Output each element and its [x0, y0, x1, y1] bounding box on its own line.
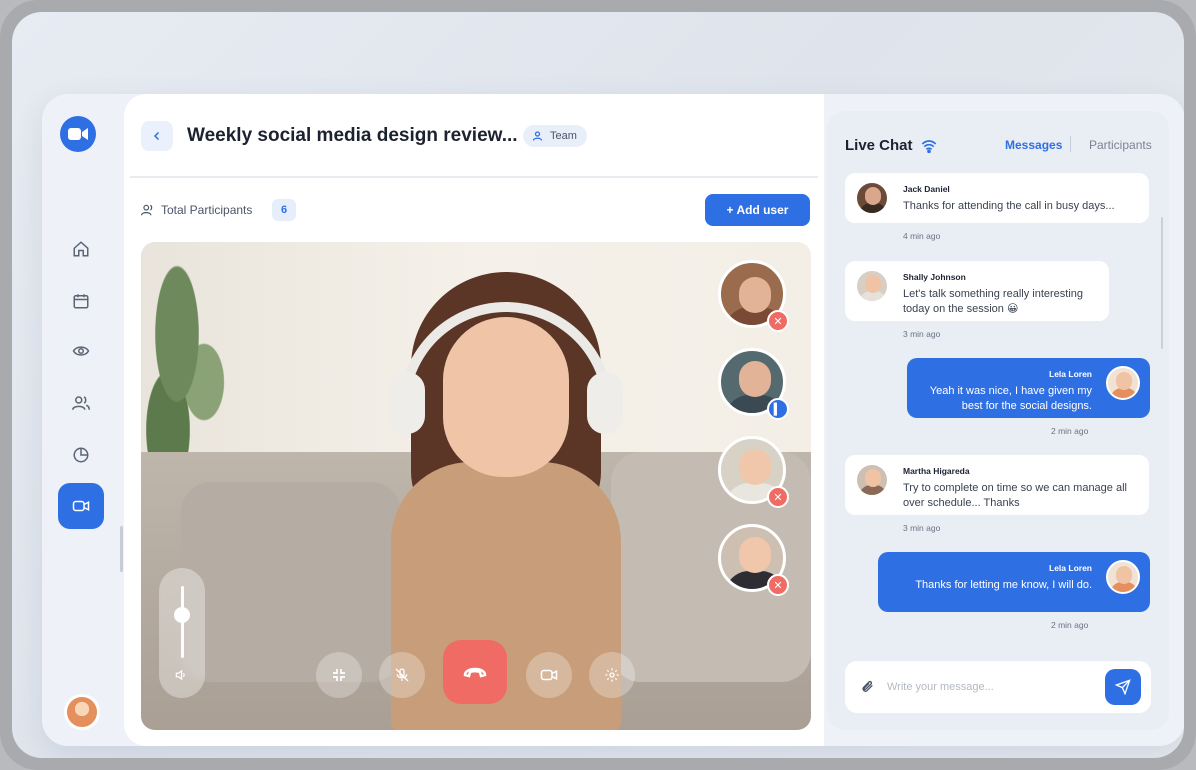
message-sender: Lela Loren — [1049, 369, 1092, 379]
chat-scrollbar[interactable] — [1161, 217, 1163, 349]
sidebar-item-views[interactable] — [58, 328, 104, 374]
back-button[interactable] — [141, 121, 173, 151]
sidebar-item-users[interactable] — [58, 380, 104, 426]
add-user-button[interactable]: + Add user — [705, 194, 810, 226]
wifi-icon — [921, 139, 936, 153]
message-sender: Shally Johnson — [903, 272, 966, 282]
sidebar-resize-handle[interactable] — [120, 526, 123, 572]
send-button[interactable] — [1105, 669, 1141, 705]
avatar — [1106, 366, 1140, 400]
message-text: Thanks for attending the call in busy da… — [903, 200, 1115, 212]
tab-messages[interactable]: Messages — [1005, 138, 1062, 152]
minimize-button[interactable] — [316, 652, 362, 698]
message-sender: Jack Daniel — [903, 184, 950, 194]
sidebar-item-calendar[interactable] — [58, 278, 104, 324]
sidebar-item-video[interactable] — [58, 483, 104, 529]
pie-chart-icon — [73, 447, 89, 463]
settings-button[interactable] — [589, 652, 635, 698]
end-call-icon — [463, 667, 487, 678]
total-participants-label: Total Participants — [161, 203, 253, 217]
avatar — [855, 463, 889, 497]
message-text: Let's talk something really interesting … — [903, 288, 1084, 315]
chat-message: Martha Higareda Try to complete on time … — [845, 455, 1149, 515]
message-text: Yeah it was nice, I have given my best f… — [929, 385, 1092, 412]
video-call-app: Weekly social media design review... Tea… — [42, 94, 1184, 746]
users-icon — [533, 131, 543, 141]
message-text: Thanks for letting me know, I will do. — [915, 579, 1092, 591]
tab-separator — [1070, 136, 1071, 152]
header-divider — [130, 176, 818, 178]
gear-icon — [605, 668, 619, 682]
chat-message: Lela Loren Yeah it was nice, I have give… — [907, 358, 1150, 418]
mute-button[interactable] — [379, 652, 425, 698]
sidebar-item-home[interactable] — [58, 226, 104, 272]
user-avatar[interactable] — [64, 694, 100, 730]
camera-button[interactable] — [526, 652, 572, 698]
home-icon — [73, 241, 89, 257]
participant-count: 6 — [272, 199, 296, 221]
team-badge[interactable]: Team — [523, 125, 587, 147]
tab-participants[interactable]: Participants — [1089, 138, 1152, 152]
live-chat-panel: Live Chat Messages Participants Jack Dan… — [827, 111, 1169, 730]
chat-message: Lela Loren Thanks for letting me know, I… — [878, 552, 1150, 612]
calendar-icon — [73, 294, 89, 309]
message-sender: Martha Higareda — [903, 466, 970, 476]
chat-title-label: Live Chat — [845, 137, 913, 154]
users-icon — [72, 396, 90, 410]
volume-slider[interactable] — [159, 568, 205, 698]
message-time: 3 min ago — [903, 523, 941, 533]
mic-off-badge-icon: ✕ — [767, 486, 789, 508]
team-badge-label: Team — [550, 130, 577, 142]
speaking-badge-icon: ▍ — [767, 398, 789, 420]
chat-message: Jack Daniel Thanks for attending the cal… — [845, 173, 1149, 223]
send-icon — [1115, 679, 1131, 695]
speaker-icon — [175, 669, 185, 681]
message-sender: Lela Loren — [1049, 563, 1092, 573]
message-time: 2 min ago — [1051, 426, 1089, 436]
app-logo-icon — [60, 116, 96, 152]
eye-icon — [72, 346, 90, 356]
message-time: 4 min ago — [903, 231, 941, 241]
mic-off-badge-icon: ✕ — [767, 574, 789, 596]
message-time: 2 min ago — [1051, 620, 1089, 630]
chat-title: Live Chat — [845, 137, 937, 154]
total-participants: Total Participants — [141, 203, 252, 217]
avatar — [1106, 560, 1140, 594]
camera-icon — [540, 669, 558, 681]
message-time: 3 min ago — [903, 329, 941, 339]
avatar — [855, 181, 889, 215]
chat-message: Shally Johnson Let's talk something real… — [845, 261, 1109, 321]
video-background-cushion — [181, 482, 401, 682]
meeting-title: Weekly social media design review... — [187, 125, 518, 146]
video-icon — [72, 500, 90, 512]
sidebar-item-analytics[interactable] — [58, 432, 104, 478]
avatar — [855, 269, 889, 303]
end-call-button[interactable] — [443, 640, 507, 704]
chevron-left-icon — [153, 131, 160, 141]
sidebar — [42, 94, 124, 746]
background: Weekly social media design review... Tea… — [12, 12, 1184, 758]
message-text: Try to complete on time so we can manage… — [903, 482, 1127, 509]
minimize-icon — [333, 669, 345, 681]
main-video-feed: ✕ ▍ ✕ ✕ — [141, 242, 811, 730]
paperclip-icon[interactable] — [859, 678, 875, 694]
users-icon — [141, 204, 153, 216]
volume-knob[interactable] — [174, 606, 190, 623]
message-composer — [845, 661, 1151, 713]
main-panel: Weekly social media design review... Tea… — [124, 94, 824, 746]
mic-off-badge-icon: ✕ — [767, 310, 789, 332]
message-input[interactable] — [887, 675, 1097, 699]
mic-off-icon — [395, 668, 409, 682]
